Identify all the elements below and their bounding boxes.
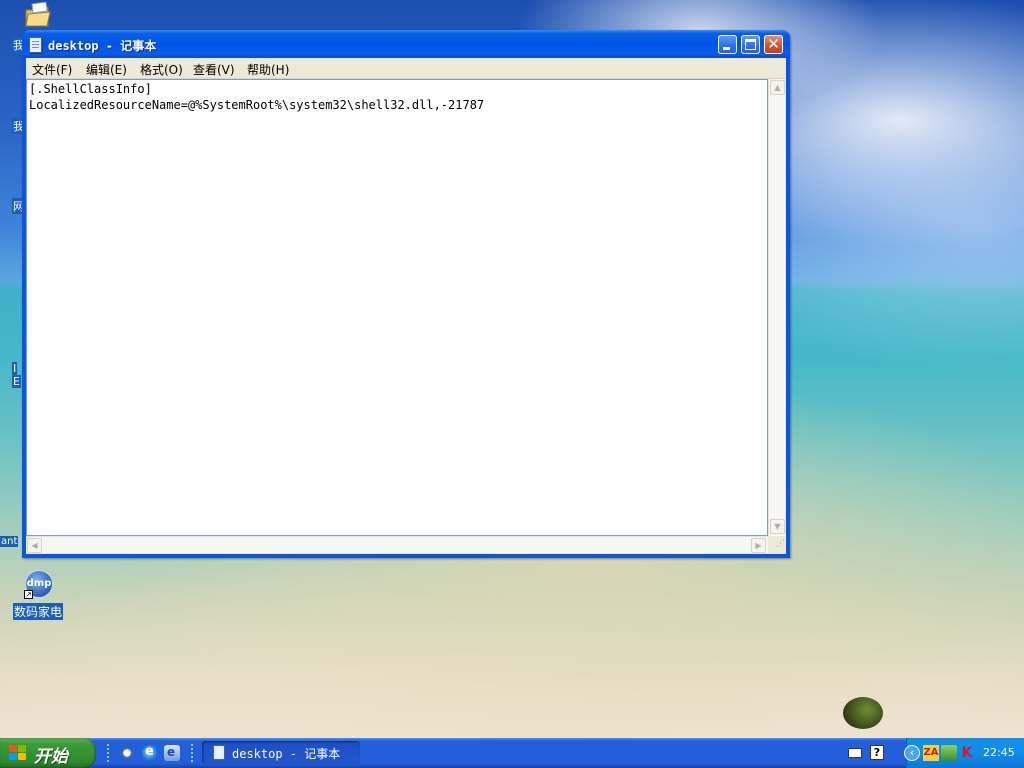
scroll-up-arrow-icon[interactable]: ▲ xyxy=(770,80,785,95)
text-line: LocalizedResourceName=@%SystemRoot%\syst… xyxy=(29,98,485,112)
menu-help[interactable]: 帮助(H) xyxy=(247,61,289,78)
menu-view[interactable]: 查看(V) xyxy=(193,61,235,78)
scroll-right-arrow-icon[interactable]: ▶ xyxy=(751,538,766,553)
menu-format[interactable]: 格式(O) xyxy=(140,61,183,78)
taskbar-notepad-button[interactable]: desktop - 记事本 xyxy=(202,741,360,764)
desktop-shortcut-label: 数码家电 xyxy=(13,603,64,620)
maximize-icon xyxy=(745,39,756,50)
horizontal-scrollbar[interactable]: ◀ ▶ xyxy=(26,536,768,553)
windows-logo-icon xyxy=(9,745,27,761)
help-text: ? xyxy=(873,746,881,759)
taskbar: 开始 e e desktop - 记事本 ? ‹ ZA K 22:45 xyxy=(0,738,1024,768)
scroll-left-arrow-icon[interactable]: ◀ xyxy=(27,538,42,553)
coconut-image xyxy=(843,697,883,729)
notepad-icon xyxy=(29,37,42,53)
internet-explorer-icon[interactable]: e xyxy=(142,744,158,761)
menu-file[interactable]: 文件(F) xyxy=(32,61,72,78)
zonealarm-text: ZA xyxy=(923,747,939,758)
browser-shortcut-icon[interactable]: e xyxy=(164,745,180,761)
taskbar-grip-icon[interactable] xyxy=(191,744,196,762)
desktop-shortcut-dmp[interactable]: dmp ↗ 数码家电 xyxy=(12,570,66,620)
minimize-icon xyxy=(723,47,730,50)
maximize-button[interactable] xyxy=(741,35,760,54)
editor-area: [.ShellClassInfo] LocalizedResourceName=… xyxy=(26,79,786,554)
close-icon: ✕ xyxy=(767,35,780,53)
folder-icon[interactable] xyxy=(24,1,52,28)
minimize-button[interactable] xyxy=(718,35,737,54)
start-button[interactable]: 开始 xyxy=(0,738,96,768)
close-button[interactable]: ✕ xyxy=(764,35,783,54)
vertical-scrollbar[interactable]: ▲ ▼ xyxy=(768,79,785,536)
keyboard-icon[interactable] xyxy=(848,748,862,758)
shortcut-arrow-icon: ↗ xyxy=(24,590,33,599)
task-button-label: desktop - 记事本 xyxy=(232,747,341,761)
system-tray: ‹ ZA K 22:45 xyxy=(904,738,1024,768)
media-player-icon[interactable] xyxy=(119,745,135,761)
clock[interactable]: 22:45 xyxy=(983,746,1015,759)
desktop-icon-label-edge[interactable]: I xyxy=(12,362,18,375)
antivirus-text: K xyxy=(961,745,973,761)
menu-edit[interactable]: 编辑(E) xyxy=(86,61,127,78)
text-editor[interactable]: [.ShellClassInfo] LocalizedResourceName=… xyxy=(26,79,768,536)
window-title: desktop - 记事本 xyxy=(48,39,157,53)
antivirus-icon[interactable]: K xyxy=(959,745,975,761)
notepad-icon xyxy=(213,745,225,760)
text-line: [.ShellClassInfo] xyxy=(29,82,152,96)
dmp-icon-text: dmp xyxy=(26,578,52,589)
desktop-icon-label-edge[interactable]: E xyxy=(12,375,21,388)
notepad-window[interactable]: desktop - 记事本 ✕ 文件(F) 编辑(E) 格式(O) 查看(V) … xyxy=(22,30,790,558)
start-label: 开始 xyxy=(34,747,68,767)
menu-bar: 文件(F) 编辑(E) 格式(O) 查看(V) 帮助(H) xyxy=(26,58,786,79)
title-bar[interactable]: desktop - 记事本 ✕ xyxy=(22,30,790,58)
desktop-icon-label-edge[interactable]: ant xyxy=(0,536,19,547)
show-hidden-icons-button[interactable]: ‹ xyxy=(904,745,920,761)
scroll-down-arrow-icon[interactable]: ▼ xyxy=(770,519,785,534)
quick-launch-grip-icon[interactable] xyxy=(107,744,112,762)
help-icon[interactable]: ? xyxy=(870,745,884,760)
network-icon[interactable] xyxy=(941,745,957,761)
resize-grip-icon[interactable]: ⋰ xyxy=(768,536,785,553)
zonealarm-icon[interactable]: ZA xyxy=(923,745,939,761)
